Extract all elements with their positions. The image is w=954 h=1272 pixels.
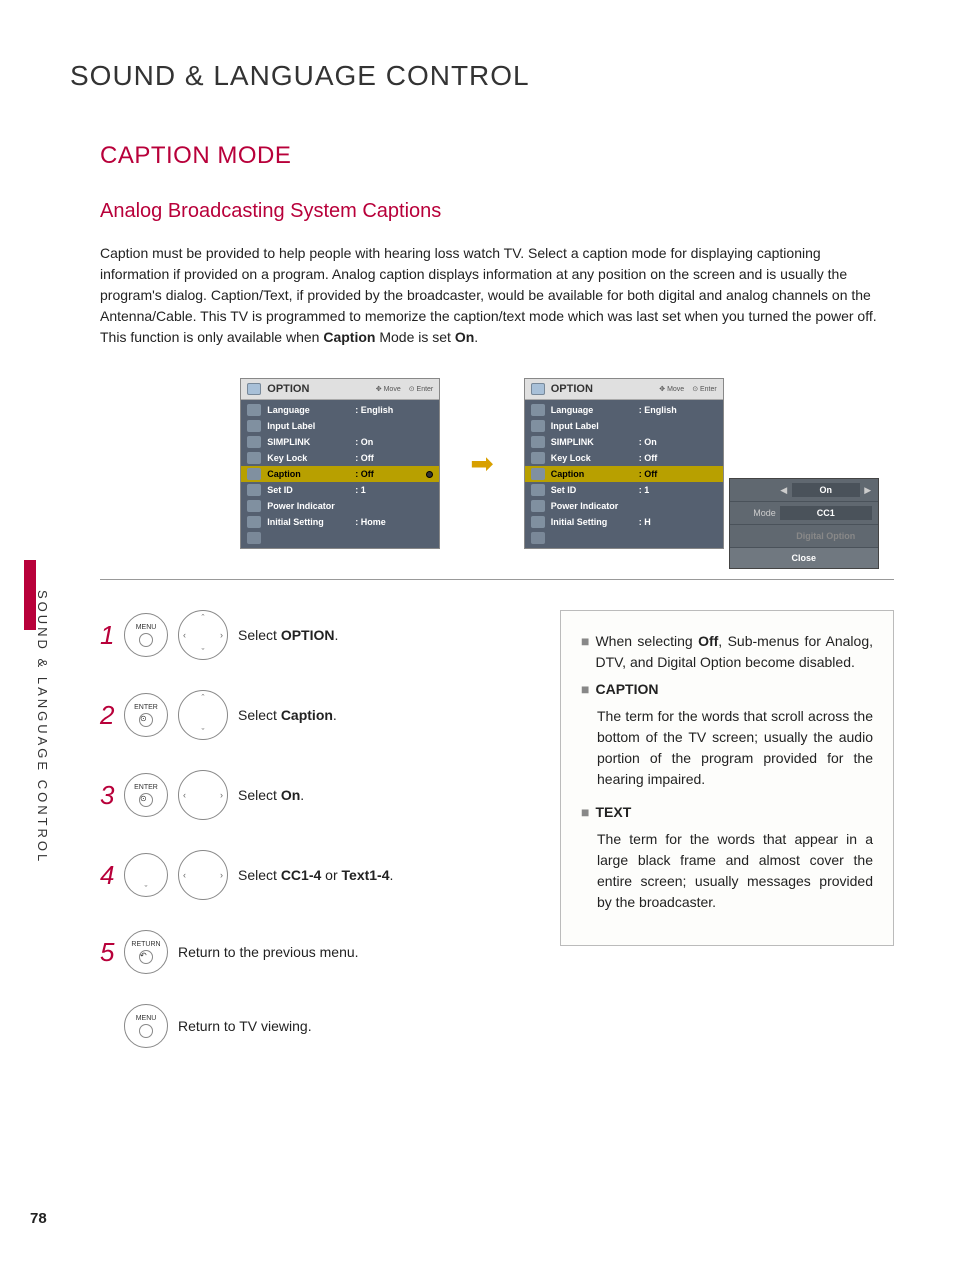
step-5: 5 RETURN↶ Return to the previous menu. bbox=[100, 930, 520, 974]
dpad-icon: ˆˇ bbox=[178, 690, 228, 740]
osd-panel-right: OPTION ✥ Move⊙ Enter Language: English I… bbox=[524, 378, 724, 549]
osd-title: OPTION bbox=[267, 383, 309, 395]
option-icon bbox=[531, 383, 545, 395]
steps-list: 1 MENU ˆˇ‹› Select OPTION. 2 ENTER⊙ ˆˇ S… bbox=[100, 610, 520, 1078]
popup-close: Close bbox=[730, 548, 878, 568]
page-title: SOUND & LANGUAGE CONTROL bbox=[70, 60, 894, 92]
subsection-title: Analog Broadcasting System Captions bbox=[100, 200, 894, 223]
menu-button: MENU bbox=[124, 613, 168, 657]
step-menu: MENU Return to TV viewing. bbox=[100, 1004, 520, 1048]
arrow-right-icon: ➡ bbox=[470, 447, 493, 480]
step-1: 1 MENU ˆˇ‹› Select OPTION. bbox=[100, 610, 520, 660]
osd-panel-right-wrap: OPTION ✥ Move⊙ Enter Language: English I… bbox=[524, 378, 724, 549]
step-3: 3 ENTER⊙ ‹› Select On. bbox=[100, 770, 520, 820]
dpad-icon: ‹› bbox=[178, 770, 228, 820]
caption-popup: ◀On▶ ModeCC1 Digital Option Close bbox=[729, 478, 879, 569]
dpad-icon: ‹› bbox=[178, 850, 228, 900]
menu-button: MENU bbox=[124, 1004, 168, 1048]
dpad-icon: ˇ bbox=[124, 853, 168, 897]
side-label: SOUND & LANGUAGE CONTROL bbox=[35, 590, 50, 864]
osd-panel-left: OPTION ✥ Move⊙ Enter Language: English I… bbox=[240, 378, 440, 549]
option-icon bbox=[247, 383, 261, 395]
page-number: 78 bbox=[30, 1210, 47, 1227]
enter-button: ENTER⊙ bbox=[124, 773, 168, 817]
step-2: 2 ENTER⊙ ˆˇ Select Caption. bbox=[100, 690, 520, 740]
divider bbox=[100, 579, 894, 580]
dpad-icon: ˆˇ‹› bbox=[178, 610, 228, 660]
intro-paragraph: Caption must be provided to help people … bbox=[100, 243, 884, 348]
osd-screenshots: OPTION ✥ Move⊙ Enter Language: English I… bbox=[100, 378, 864, 549]
enter-button: ENTER⊙ bbox=[124, 693, 168, 737]
info-box: ■When selecting Off, Sub-menus for Analo… bbox=[560, 610, 894, 946]
section-title: CAPTION MODE bbox=[100, 142, 894, 170]
return-button: RETURN↶ bbox=[124, 930, 168, 974]
step-4: 4 ˇ ‹› Select CC1-4 or Text1-4. bbox=[100, 850, 520, 900]
